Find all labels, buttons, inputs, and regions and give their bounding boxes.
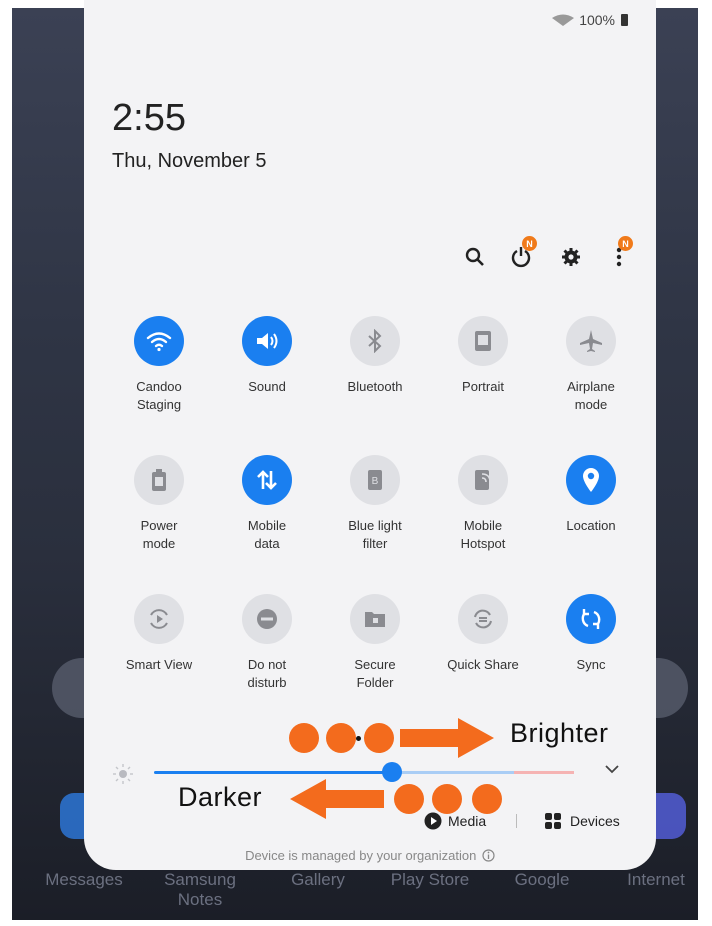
wifi-icon bbox=[134, 316, 184, 366]
tile-do-not-disturb[interactable]: Do not disturb bbox=[213, 594, 321, 692]
gear-icon bbox=[562, 248, 580, 266]
tile-wifi[interactable]: Candoo Staging bbox=[105, 316, 213, 414]
svg-text:B: B bbox=[372, 476, 379, 487]
tile-secure-folder[interactable]: Secure Folder bbox=[321, 594, 429, 692]
hotspot-icon bbox=[458, 455, 508, 505]
power-badge: N bbox=[522, 236, 537, 251]
clock-time: 2:55 bbox=[112, 97, 186, 139]
tile-label: Mobile Hotspot bbox=[460, 518, 506, 551]
sync-icon bbox=[566, 594, 616, 644]
tile-location[interactable]: Location bbox=[537, 455, 645, 535]
annotation-dot bbox=[432, 784, 462, 814]
search-icon bbox=[465, 247, 484, 266]
clock-date: Thu, November 5 bbox=[112, 150, 267, 172]
status-bar: 100% bbox=[551, 12, 628, 28]
mobile-data-icon bbox=[242, 455, 292, 505]
media-devices-bar: Media Devices bbox=[424, 808, 644, 836]
arrow-left-icon bbox=[290, 779, 384, 819]
managed-text: Device is managed by your organization bbox=[245, 848, 477, 863]
tile-label: Portrait bbox=[462, 379, 504, 394]
tile-label: Sync bbox=[576, 657, 606, 672]
annotation-brighter-label: Brighter bbox=[510, 718, 609, 748]
info-icon bbox=[482, 849, 495, 862]
tile-label: Candoo Staging bbox=[136, 379, 182, 412]
tile-label: Smart View bbox=[125, 657, 193, 672]
tile-power-mode[interactable]: Power mode bbox=[105, 455, 213, 553]
annotation-small-dot bbox=[356, 736, 361, 741]
annotation-darker-label: Darker bbox=[178, 782, 263, 812]
annotation-dot bbox=[289, 723, 319, 753]
devices-button[interactable]: Devices bbox=[544, 812, 620, 830]
play-circle-icon bbox=[424, 812, 442, 830]
home-label-messages: Messages bbox=[45, 870, 123, 889]
tile-label: Secure Folder bbox=[354, 657, 396, 690]
secure-folder-icon bbox=[350, 594, 400, 644]
top-actions: N N bbox=[460, 236, 640, 274]
tile-label: Blue light filter bbox=[348, 518, 402, 551]
brightness-sun-icon bbox=[113, 764, 133, 784]
brightness-slider-thumb[interactable] bbox=[382, 762, 402, 782]
tile-bluetooth[interactable]: Bluetooth bbox=[321, 316, 429, 396]
tile-sync[interactable]: Sync bbox=[537, 594, 645, 674]
tile-mobile-data[interactable]: Mobile data bbox=[213, 455, 321, 553]
blue-light-icon: B bbox=[350, 455, 400, 505]
annotation-dot bbox=[326, 723, 356, 753]
chevron-down-icon[interactable] bbox=[604, 761, 620, 777]
bluetooth-icon bbox=[350, 316, 400, 366]
devices-grid-icon bbox=[545, 813, 561, 829]
do-not-disturb-icon bbox=[242, 594, 292, 644]
search-button[interactable] bbox=[460, 240, 490, 274]
tile-sound[interactable]: Sound bbox=[213, 316, 321, 396]
tile-mobile-hotspot[interactable]: Mobile Hotspot bbox=[429, 455, 537, 553]
home-label-samsung-notes: Samsung Notes bbox=[164, 870, 236, 909]
more-options-button[interactable]: N bbox=[604, 236, 634, 274]
annotation-dot bbox=[394, 784, 424, 814]
tile-label: Power mode bbox=[140, 518, 178, 551]
wifi-signal-icon bbox=[552, 14, 575, 26]
divider bbox=[516, 814, 517, 828]
location-icon bbox=[566, 455, 616, 505]
tile-quick-share[interactable]: Quick Share bbox=[429, 594, 537, 674]
media-button[interactable]: Media bbox=[424, 812, 486, 830]
tile-label: Quick Share bbox=[447, 657, 519, 672]
battery-percent: 100% bbox=[579, 12, 615, 28]
home-label-play-store: Play Store bbox=[390, 870, 470, 889]
tile-label: Location bbox=[566, 518, 616, 533]
brightness-track-remaining bbox=[394, 771, 514, 774]
settings-button[interactable] bbox=[556, 240, 586, 274]
tile-airplane[interactable]: Airplane mode bbox=[537, 316, 645, 414]
home-label-gallery: Gallery bbox=[291, 870, 345, 889]
tile-label: Mobile data bbox=[247, 518, 287, 551]
battery-icon bbox=[621, 14, 628, 26]
quick-share-icon bbox=[458, 594, 508, 644]
power-mode-icon bbox=[134, 455, 184, 505]
smart-view-icon bbox=[134, 594, 184, 644]
tile-label: Bluetooth bbox=[347, 379, 403, 394]
arrow-right-icon bbox=[400, 718, 494, 758]
sound-icon bbox=[242, 316, 292, 366]
annotation-dot bbox=[472, 784, 502, 814]
brightness-track-filled bbox=[154, 771, 394, 774]
tile-portrait[interactable]: Portrait bbox=[429, 316, 537, 396]
home-label-internet: Internet bbox=[627, 870, 685, 889]
tile-label: Airplane mode bbox=[567, 379, 615, 412]
more-options-badge: N bbox=[618, 236, 633, 251]
devices-label: Devices bbox=[570, 813, 620, 829]
power-button[interactable]: N bbox=[506, 236, 537, 274]
home-label-google: Google bbox=[514, 870, 570, 889]
tile-blue-light-filter[interactable]: B Blue light filter bbox=[321, 455, 429, 553]
managed-notice[interactable]: Device is managed by your organization bbox=[84, 848, 656, 863]
airplane-icon bbox=[566, 316, 616, 366]
annotation-dot bbox=[364, 723, 394, 753]
tile-smart-view[interactable]: Smart View bbox=[105, 594, 213, 674]
portrait-icon bbox=[458, 316, 508, 366]
tile-label: Do not disturb bbox=[247, 657, 287, 690]
media-label: Media bbox=[448, 813, 487, 829]
tile-label: Sound bbox=[248, 379, 286, 394]
brightness-track-high-range bbox=[514, 771, 574, 774]
